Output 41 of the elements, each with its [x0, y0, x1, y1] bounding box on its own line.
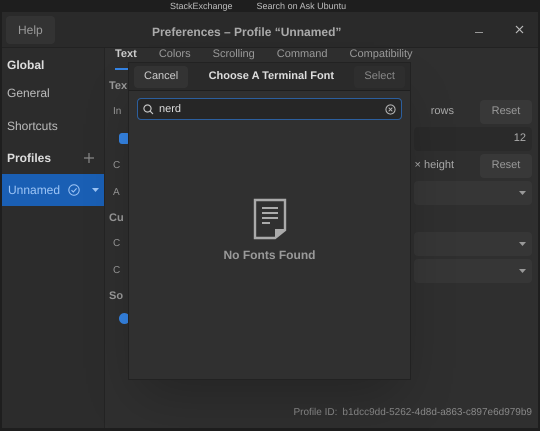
clear-icon[interactable] — [385, 104, 396, 114]
document-icon — [252, 198, 286, 240]
setting-label: A — [113, 186, 120, 200]
add-icon[interactable] — [84, 153, 94, 163]
sidebar-item[interactable]: General — [2, 76, 104, 109]
help-button[interactable]: Help — [6, 16, 55, 44]
check-circle-icon — [68, 184, 80, 196]
dropdown-arrow-icon — [519, 242, 526, 246]
cancel-button[interactable]: Cancel — [134, 66, 188, 88]
taskbar-label[interactable]: Search on Ask Ubuntu — [256, 2, 346, 10]
window-title: Preferences – Profile “Unnamed” — [152, 24, 342, 41]
profile-id: b1dcc9dd-5262-4d8d-a863-c897e6d979b9 — [342, 406, 532, 420]
section-heading: Tex — [109, 78, 128, 94]
section-heading: Profiles — [7, 150, 52, 167]
unit-label: × height — [414, 158, 454, 174]
setting-label: In — [113, 105, 122, 119]
dropdown-arrow-icon — [519, 268, 526, 272]
unit-label: rows — [430, 104, 454, 120]
search-field[interactable]: nerd — [137, 98, 402, 120]
select-button[interactable]: Select — [354, 66, 405, 88]
search-input[interactable]: nerd — [159, 100, 380, 118]
setting-label: C — [113, 264, 120, 278]
empty-message: No Fonts Found — [224, 247, 316, 264]
section-heading: Global — [6, 57, 46, 74]
search-icon — [143, 104, 154, 114]
close-icon[interactable] — [515, 25, 524, 34]
section-heading: Cu — [109, 210, 124, 226]
setting-label: C — [113, 159, 120, 173]
section-heading: So — [109, 288, 124, 304]
dropdown-arrow-icon[interactable] — [92, 188, 100, 192]
profile-id-label: Profile ID: — [293, 406, 338, 420]
reset-button[interactable]: Reset — [480, 100, 532, 124]
reset-button[interactable]: Reset — [480, 154, 532, 178]
dropdown-arrow-icon — [519, 190, 526, 194]
sidebar-item[interactable]: Shortcuts — [2, 109, 104, 142]
number-field[interactable]: 12 — [414, 126, 532, 150]
profile-item[interactable]: Unnamed — [2, 174, 104, 206]
setting-label: C — [113, 237, 120, 251]
taskbar-label[interactable]: StackExchange — [170, 2, 233, 10]
dialog-title: Choose A Terminal Font — [208, 69, 334, 84]
profile-name: Unnamed — [8, 182, 60, 199]
